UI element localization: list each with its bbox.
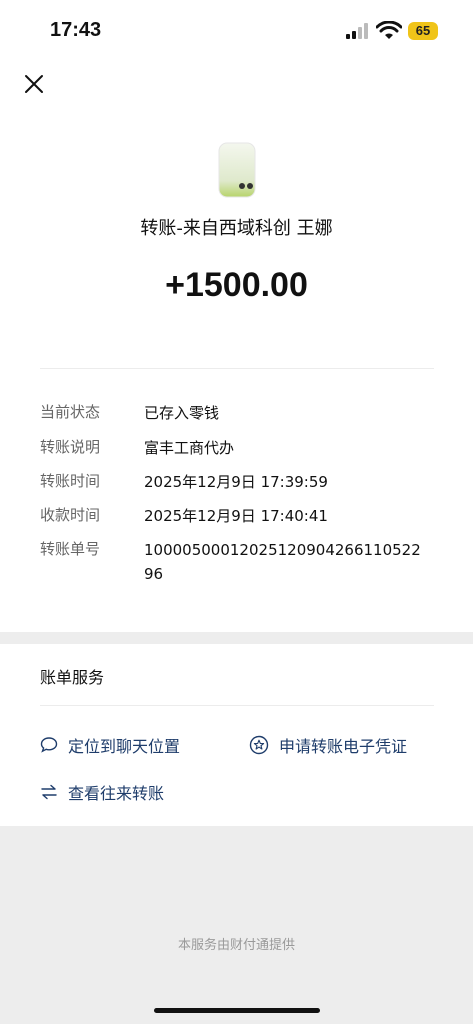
section-title: 账单服务 bbox=[40, 668, 105, 687]
detail-value: 2025年12月9日 17:40:41 bbox=[144, 507, 328, 525]
exchange-arrows-icon bbox=[41, 784, 57, 800]
status-time: 17:43 bbox=[50, 19, 102, 41]
transfer-amount: +1500.00 bbox=[165, 266, 308, 304]
home-indicator[interactable] bbox=[154, 1008, 320, 1013]
apply-voucher-button[interactable]: 申请转账电子凭证 bbox=[249, 733, 407, 757]
battery-icon: 65 bbox=[408, 22, 438, 40]
footer-provider-text: 本服务由财付通提供 bbox=[177, 938, 295, 953]
detail-label: 转账时间 bbox=[40, 472, 101, 490]
detail-value: 富丰工商代办 bbox=[144, 439, 235, 457]
close-icon[interactable] bbox=[22, 72, 46, 96]
detail-label: 收款时间 bbox=[40, 506, 101, 524]
signal-icon bbox=[346, 23, 368, 39]
detail-label: 转账单号 bbox=[40, 540, 101, 558]
detail-label: 转账说明 bbox=[40, 438, 101, 456]
transfer-title: 转账-来自西域科创 王娜 bbox=[140, 218, 333, 239]
avatar bbox=[218, 142, 256, 198]
apply-voucher-label: 申请转账电子凭证 bbox=[279, 737, 408, 756]
divider bbox=[40, 705, 434, 706]
transfer-detail-card: 17:43 65 转账-来自西域科创 王娜 +1500.00 当前状态 已存入零… bbox=[0, 0, 473, 632]
chat-bubble-icon bbox=[40, 737, 58, 753]
detail-value: 2025年12月9日 17:39:59 bbox=[144, 473, 328, 491]
divider bbox=[40, 368, 434, 369]
status-bar: 17:43 65 bbox=[0, 0, 473, 60]
wifi-icon bbox=[376, 21, 402, 39]
locate-chat-label: 定位到聊天位置 bbox=[68, 737, 181, 756]
view-transfers-button[interactable]: 查看往来转账 bbox=[40, 780, 164, 804]
bill-service-section: 账单服务 定位到聊天位置 申请转账电子凭证 查看往来转账 bbox=[0, 644, 473, 826]
detail-label: 当前状态 bbox=[40, 403, 101, 421]
transfer-id-value[interactable]: 10000500012025120904266110522 96 bbox=[144, 538, 434, 586]
locate-chat-button[interactable]: 定位到聊天位置 bbox=[40, 733, 180, 757]
detail-value: 已存入零钱 bbox=[144, 404, 220, 422]
view-transfers-label: 查看往来转账 bbox=[68, 784, 165, 803]
star-badge-icon bbox=[249, 735, 269, 755]
